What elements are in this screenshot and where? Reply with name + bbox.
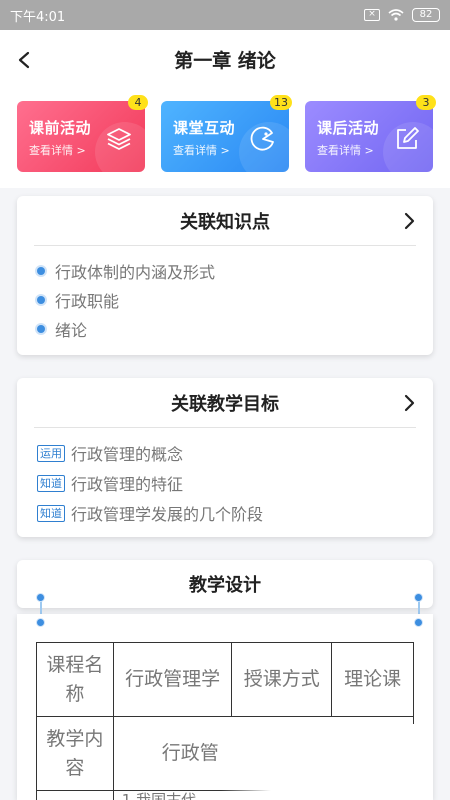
- goal-text: 行政管理学发展的几个阶段: [71, 505, 264, 524]
- count-badge: 4: [128, 95, 148, 110]
- teaching-design-header: 教学设计: [17, 560, 433, 608]
- in-class-interaction-card[interactable]: 课堂互动 查看详情 > 13: [161, 95, 299, 182]
- table-cell: [36, 790, 114, 800]
- list-item[interactable]: 行政体制的内涵及形式: [37, 256, 433, 285]
- goal-level-tag: 知道: [37, 474, 65, 492]
- knowledge-points-list: 行政体制的内涵及形式 行政职能 绪论: [17, 246, 433, 343]
- chevron-left-icon: [18, 51, 30, 69]
- list-item[interactable]: 知道 行政管理学发展的几个阶段: [37, 498, 433, 528]
- activity-cards: 课前活动 查看详情 > 4 课堂互动 查看详情 > 13 课后活动 查看详情 >…: [0, 88, 450, 188]
- list-item[interactable]: 运用 行政管理的概念: [37, 438, 433, 468]
- list-item[interactable]: 行政职能: [37, 285, 433, 314]
- bullet-dot-icon: [37, 295, 45, 304]
- bullet-dot-icon: [37, 324, 45, 333]
- notification-icon: ×: [364, 9, 380, 21]
- binder-dot: [414, 593, 423, 602]
- list-item[interactable]: 知道 行政管理的特征: [37, 468, 433, 498]
- table-cell: 教学内容: [36, 716, 114, 791]
- table-cell: 理论课: [331, 642, 414, 717]
- knowledge-points-panel: 关联知识点 行政体制的内涵及形式 行政职能 绪论: [17, 196, 433, 355]
- edit-icon: [397, 127, 419, 149]
- back-button[interactable]: [10, 46, 38, 74]
- teaching-goals-title: 关联教学目标: [171, 393, 279, 415]
- teaching-goals-panel: 关联教学目标 运用 行政管理的概念 知道 行政管理的特征 知道 行政管理学发展的…: [17, 378, 433, 537]
- post-class-activity-card[interactable]: 课后活动 查看详情 > 3: [305, 95, 443, 182]
- table-row: 课程名称 行政管理学 授课方式 理论课: [36, 642, 414, 717]
- knowledge-points-header[interactable]: 关联知识点: [17, 196, 433, 245]
- table-cell: 授课方式: [231, 642, 333, 717]
- teaching-design-title: 教学设计: [189, 575, 261, 596]
- count-badge: 3: [416, 95, 436, 110]
- status-bar: 下午4:01 × 82: [0, 0, 450, 30]
- teaching-goals-header[interactable]: 关联教学目标: [17, 378, 433, 427]
- goal-level-tag: 知道: [37, 504, 65, 522]
- page-header: 第一章 绪论: [0, 30, 450, 88]
- goal-level-tag: 运用: [37, 444, 65, 462]
- status-time: 下午4:01: [10, 9, 66, 25]
- layers-icon: [107, 128, 131, 150]
- binder-dot: [36, 618, 45, 627]
- battery-icon: 82: [412, 8, 440, 22]
- page-title: 第一章 绪论: [174, 49, 276, 72]
- knowledge-points-title: 关联知识点: [180, 211, 270, 233]
- goal-text: 行政管理的概念: [71, 445, 184, 464]
- bullet-dot-icon: [37, 266, 45, 275]
- binder-dot: [36, 593, 45, 602]
- binder-dot: [414, 618, 423, 627]
- knowledge-point-text: 绪论: [55, 320, 88, 340]
- pacman-icon: [250, 126, 274, 151]
- count-badge: 13: [270, 95, 292, 110]
- wifi-icon: [388, 9, 404, 21]
- teaching-goals-list: 运用 行政管理的概念 知道 行政管理的特征 知道 行政管理学发展的几个阶段: [17, 428, 433, 528]
- pre-class-activity-card[interactable]: 课前活动 查看详情 > 4: [17, 95, 155, 182]
- table-cell: 行政管理学: [112, 642, 233, 717]
- teaching-design-document: 课程名称 行政管理学 授课方式 理论课 教学内容 行政管 1.我国古代: [17, 614, 433, 800]
- chevron-right-icon[interactable]: [399, 211, 419, 231]
- table-cell: 课程名称: [36, 642, 114, 717]
- knowledge-point-text: 行政职能: [55, 291, 120, 311]
- chevron-right-icon[interactable]: [399, 393, 419, 413]
- fade-overlay: [221, 724, 421, 800]
- knowledge-point-text: 行政体制的内涵及形式: [55, 262, 216, 282]
- list-item[interactable]: 绪论: [37, 314, 433, 343]
- goal-text: 行政管理的特征: [71, 475, 184, 494]
- status-icons: × 82: [364, 8, 440, 22]
